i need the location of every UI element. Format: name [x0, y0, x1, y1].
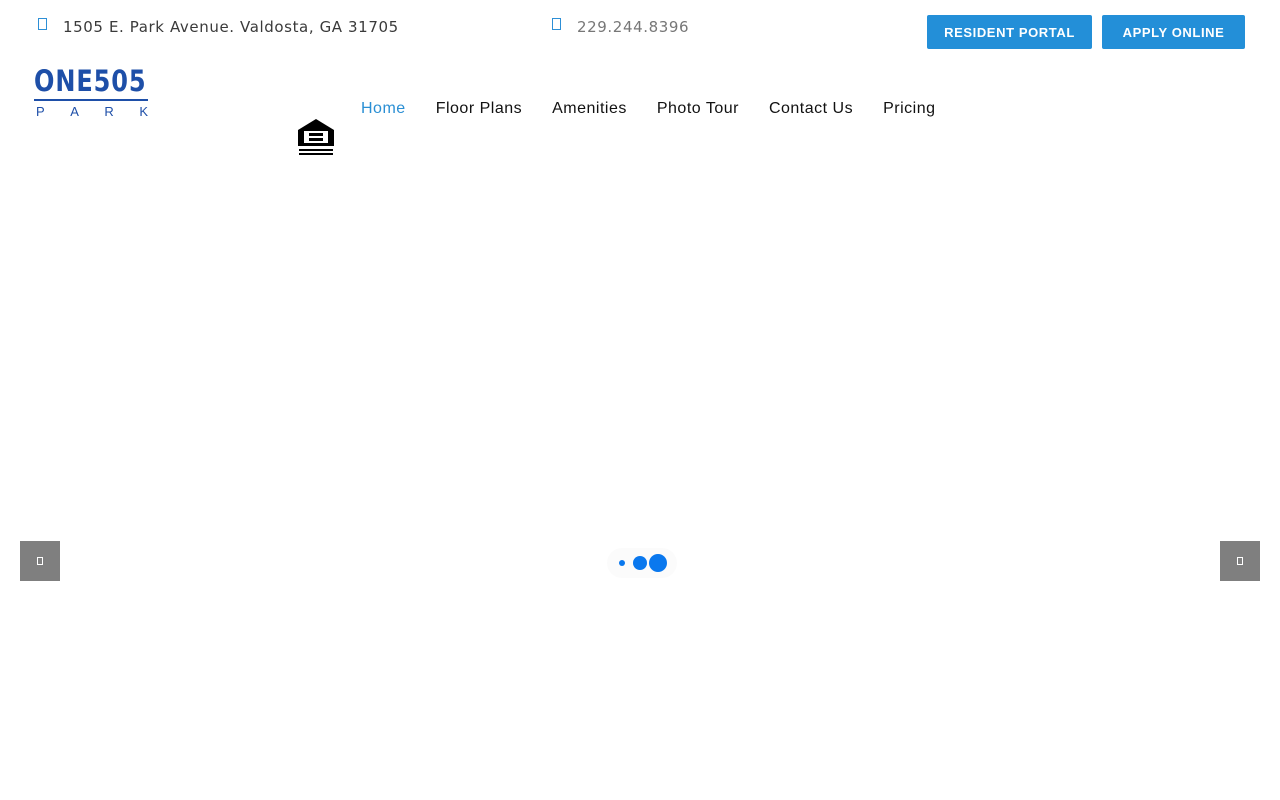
main-navigation: Home Floor Plans Amenities Photo Tour Co… — [361, 100, 966, 118]
logo-subtitle: P A R K — [36, 104, 148, 120]
chevron-left-icon — [37, 557, 43, 565]
address-text: 1505 E. Park Avenue. Valdosta, GA 31705 — [63, 18, 399, 36]
slider-prev-button[interactable] — [20, 541, 60, 581]
loading-dots-icon — [607, 548, 677, 578]
loader-dot-medium — [633, 556, 647, 570]
slider-next-button[interactable] — [1220, 541, 1260, 581]
chevron-right-icon — [1237, 557, 1243, 565]
nav-amenities[interactable]: Amenities — [552, 100, 627, 118]
phone-block[interactable]: 229.244.8396 — [552, 18, 689, 36]
apply-online-button[interactable]: APPLY ONLINE — [1102, 15, 1245, 49]
logo-letter: R — [104, 104, 114, 119]
nav-pricing[interactable]: Pricing — [883, 100, 935, 118]
logo-wordmark: ONE505 — [34, 64, 147, 98]
logo-divider — [34, 99, 148, 101]
phone-icon — [552, 18, 561, 30]
phone-number[interactable]: 229.244.8396 — [577, 18, 689, 36]
nav-floor-plans[interactable]: Floor Plans — [436, 100, 522, 118]
map-marker-icon — [38, 18, 47, 30]
site-logo[interactable]: ONE505 P A R K — [34, 66, 150, 122]
top-bar: 1505 E. Park Avenue. Valdosta, GA 31705 … — [0, 0, 1280, 60]
loader-dot-small — [619, 560, 625, 566]
loader-dot-large — [649, 554, 667, 572]
resident-portal-button[interactable]: RESIDENT PORTAL — [927, 15, 1092, 49]
logo-letter: K — [139, 104, 148, 119]
nav-home[interactable]: Home — [361, 100, 406, 118]
nav-contact-us[interactable]: Contact Us — [769, 100, 853, 118]
equal-housing-logo-graphic — [298, 119, 334, 155]
nav-photo-tour[interactable]: Photo Tour — [657, 100, 739, 118]
logo-letter: A — [70, 104, 79, 119]
logo-letter: P — [36, 104, 45, 119]
address-block: 1505 E. Park Avenue. Valdosta, GA 31705 — [38, 18, 399, 36]
equal-housing-opportunity-icon — [296, 117, 336, 157]
